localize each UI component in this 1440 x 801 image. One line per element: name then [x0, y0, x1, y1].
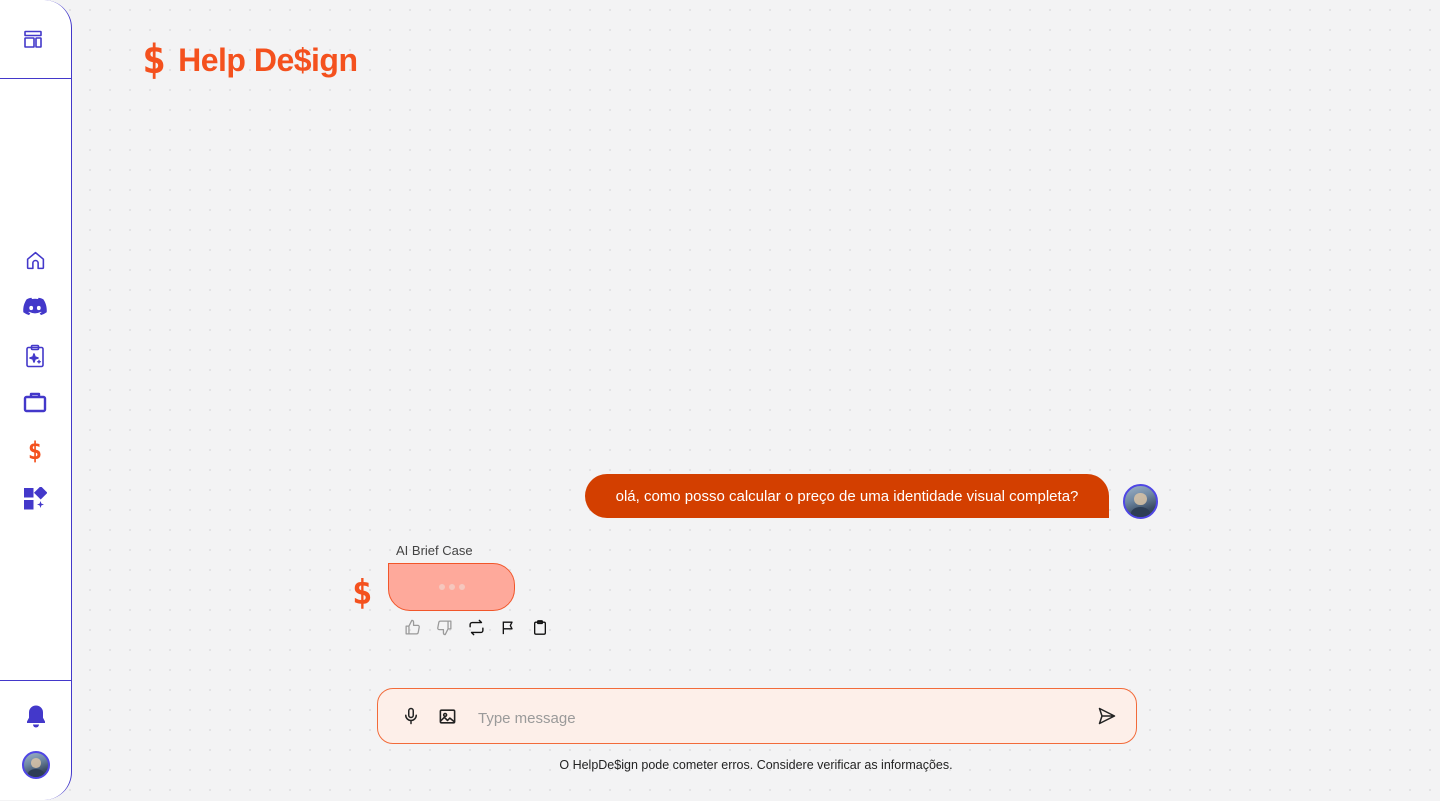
user-message-bubble: olá, como posso calcular o preço de uma …	[585, 474, 1109, 518]
image-icon[interactable]	[437, 706, 457, 726]
typing-dot	[448, 584, 455, 590]
assistant-logo-icon: $	[352, 573, 373, 613]
dollar-glyph: $	[27, 437, 43, 465]
sidebar-header	[0, 0, 72, 79]
apps-icon[interactable]	[23, 487, 47, 511]
microphone-icon[interactable]	[401, 706, 421, 726]
brand-logo: $ Help De$ign	[142, 40, 358, 80]
send-icon[interactable]	[1096, 705, 1118, 727]
brand-name: Help De$ign	[178, 41, 358, 78]
sidebar-footer	[0, 680, 72, 801]
disclaimer: O HelpDe$ign pode cometer erros. Conside…	[559, 758, 953, 772]
assistant-typing-bubble	[388, 563, 515, 611]
regenerate-icon[interactable]	[467, 618, 485, 636]
dollar-icon[interactable]: $	[24, 439, 46, 463]
user-message-text: olá, como posso calcular o preço de uma …	[615, 487, 1079, 505]
bell-icon[interactable]	[24, 704, 48, 728]
copy-icon[interactable]	[531, 618, 549, 636]
layout-icon[interactable]	[22, 28, 44, 50]
brand-mark: $	[142, 37, 167, 83]
typing-dot	[438, 584, 445, 590]
sidebar: $	[0, 0, 72, 800]
thumbs-up-icon[interactable]	[403, 618, 421, 636]
assistant-name: AI Brief Case	[396, 543, 473, 558]
thumbs-down-icon[interactable]	[435, 618, 453, 636]
briefcase-icon[interactable]	[23, 391, 47, 413]
typing-dot	[458, 584, 465, 590]
message-input[interactable]	[476, 703, 1060, 733]
user-avatar	[1123, 484, 1158, 519]
clipboard-sparkle-icon[interactable]	[24, 344, 46, 368]
flag-icon[interactable]	[499, 618, 517, 636]
message-composer	[377, 688, 1137, 744]
home-icon[interactable]	[24, 249, 46, 271]
discord-icon[interactable]	[23, 296, 47, 318]
